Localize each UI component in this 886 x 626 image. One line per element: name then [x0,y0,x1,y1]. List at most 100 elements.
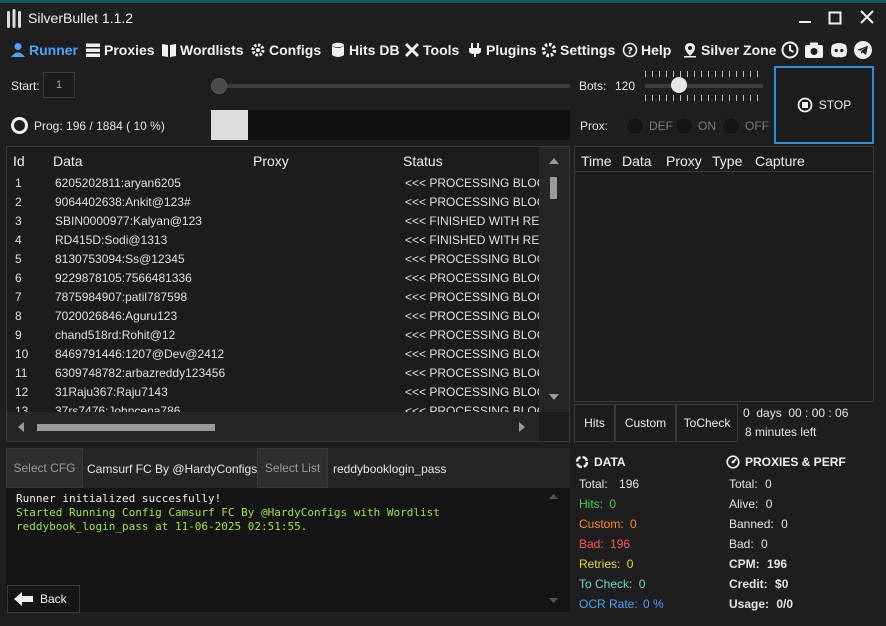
discord-icon[interactable] [829,40,849,60]
server-icon [86,43,100,57]
table-row[interactable]: 5 8130753094:Ss@12345 <<< PROCESSING BLOCK [7,250,539,269]
row-data: 8469791446:1207@Dev@2412 [55,347,225,361]
camera-icon[interactable] [804,40,824,60]
prox-def-radio[interactable] [626,117,644,135]
table-row[interactable]: 12 31Raju367:Raju7143 <<< PROCESSING BLOCK [7,383,539,402]
nav-wordlists[interactable]: Wordlists [161,38,244,62]
maximize-icon [828,11,842,25]
scroll-right-icon[interactable] [518,422,526,432]
table-row[interactable]: 11 6309748782:arbazreddy123456 <<< PROCESS… [7,364,539,383]
select-cfg-button[interactable]: Select CFG [6,448,83,488]
nav-tools[interactable]: Tools [404,38,459,62]
row-id: 5 [15,252,22,266]
hits-grid[interactable]: Time Data Proxy Type Capture [574,146,874,402]
hits-tab-button[interactable]: Hits [574,404,615,442]
table-row[interactable]: 9 chand518rd:Rohit@12 <<< PROCESSING BLOCK [7,326,539,345]
nav-settings[interactable]: Settings [541,38,615,62]
close-icon [860,10,874,24]
col-status-header[interactable]: Status [403,153,443,169]
perf-credit: Credit: $0 [729,577,788,591]
nav-proxies[interactable]: Proxies [85,38,155,62]
telegram-icon[interactable] [853,40,873,60]
row-data: 7875984907:patil787598 [55,290,188,304]
history-icon[interactable] [780,40,800,60]
grid-vertical-scrollbar[interactable] [539,147,569,412]
log-scroll-up-icon[interactable] [549,493,558,500]
bots-slider-track[interactable] [645,84,763,88]
gear-icon [541,42,557,58]
scroll-up-icon[interactable] [549,157,559,165]
scroll-down-icon[interactable] [549,393,559,401]
nav-settings-label: Settings [560,42,616,58]
progress-ring-icon [11,117,28,134]
prox-on-radio[interactable] [675,117,693,135]
table-row[interactable]: 10 8469791446:1207@Dev@2412 <<< PROCESSING… [7,345,539,364]
grid-horizontal-scrollbar[interactable] [7,412,539,441]
nav-silverzone[interactable]: Silver Zone [682,38,776,62]
nav-hitsdb[interactable]: Hits DB [330,38,400,62]
proxy-banned: Banned: 0 [729,517,788,531]
help-icon: ? [622,42,638,58]
grid-horizontal-thumb[interactable] [37,424,215,431]
table-row[interactable]: 1 6205202811:aryan6205 <<< PROCESSING BLOC… [7,174,539,193]
perf-credit-value: $0 [775,577,789,591]
back-button[interactable]: Back [7,585,80,613]
data-hits-label: Hits: [579,497,603,511]
proxy-alive-label: Alive: [729,497,759,511]
hits-col-type[interactable]: Type [712,153,742,169]
runner-data-grid[interactable]: Id Data Proxy Status 1 6205202811:aryan62… [6,146,570,442]
hits-col-proxy[interactable]: Proxy [666,153,702,169]
table-row[interactable]: 8 7020026846:Aguru123 <<< PROCESSING BLOCK [7,307,539,326]
hits-col-time[interactable]: Time [581,153,612,169]
table-row[interactable]: 4 RD415D:Sodi@1313 <<< FINISHED WITH RESUL… [7,231,539,250]
row-status: <<< PROCESSING BLOCK [405,347,539,361]
col-data-header[interactable]: Data [53,153,83,169]
prox-off-label: OFF [745,119,769,133]
table-row[interactable]: 2 9064402638:Ankit@123# <<< PROCESSING BLO… [7,193,539,212]
svg-text:?: ? [627,46,633,57]
table-row[interactable]: 6 9229878105:7566481336 <<< PROCESSING BLO… [7,269,539,288]
scroll-left-icon[interactable] [17,422,25,432]
stop-icon [797,97,813,113]
row-id: 2 [15,195,22,209]
row-id: 4 [15,233,22,247]
data-custom-label: Custom: [579,517,624,531]
hits-col-capture[interactable]: Capture [755,153,805,169]
table-row[interactable]: 7 7875984907:patil787598 <<< PROCESSING BL… [7,288,539,307]
arrow-left-icon [14,592,33,606]
bots-slider-thumb[interactable] [671,77,687,93]
table-row[interactable]: 3 SBIN0000977:Kalyan@123 <<< FINISHED WITH… [7,212,539,231]
nav-silverzone-label: Silver Zone [701,42,777,58]
prox-on-label: ON [698,119,716,133]
nav-plugins[interactable]: Plugins [467,38,537,62]
hits-col-data[interactable]: Data [622,153,652,169]
row-status: <<< PROCESSING BLOCK [405,366,539,380]
start-input[interactable]: 1 [43,72,75,98]
row-status: <<< PROCESSING BLOCK [405,252,539,266]
col-id-header[interactable]: Id [13,153,25,169]
nav-runner[interactable]: Runner [10,38,78,62]
prox-off-radio[interactable] [722,117,740,135]
data-tocheck-label: To Check: [579,577,633,591]
minimize-button[interactable] [792,6,818,32]
start-slider-track[interactable] [212,84,570,88]
row-status: <<< PROCESSING BLOCK [405,328,539,342]
perf-usage: Usage: 0/0 [729,597,793,611]
hits-header-divider [575,171,873,172]
tocheck-tab-button[interactable]: ToCheck [676,404,738,442]
custom-tab-button[interactable]: Custom [615,404,676,442]
log-console[interactable]: Runner initialized succesfully! Started … [6,488,570,612]
select-list-button[interactable]: Select List [257,448,328,488]
nav-help[interactable]: ? Help [622,38,671,62]
start-slider-thumb[interactable] [211,78,227,94]
grid-vertical-thumb[interactable] [550,177,557,199]
perf-usage-label: Usage: [729,597,770,611]
data-bad-value: 196 [610,537,631,551]
maximize-button[interactable] [822,6,848,32]
log-scroll-down-icon[interactable] [549,597,558,604]
col-proxy-header[interactable]: Proxy [253,153,289,169]
proxies-title: PROXIES & PERF [745,455,846,469]
close-button[interactable] [854,6,880,32]
nav-configs[interactable]: Configs [250,38,321,62]
stop-button[interactable]: STOP [774,66,874,144]
